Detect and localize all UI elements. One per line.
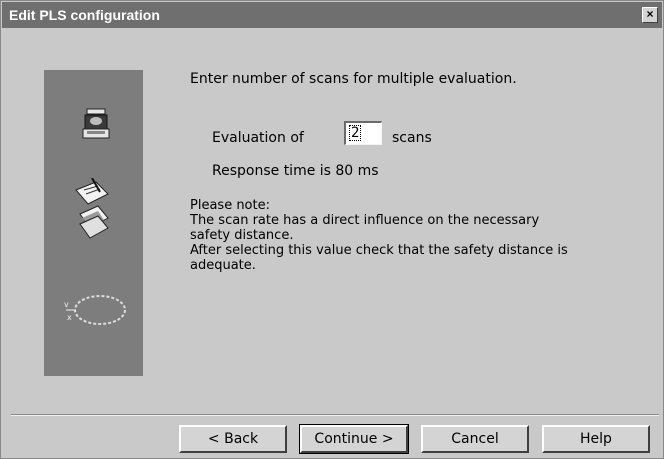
title-bar: Edit PLS configuration × <box>2 2 662 28</box>
back-button[interactable]: < Back <box>179 425 287 453</box>
note-text: Please note: The scan rate has a direct … <box>190 198 630 273</box>
button-separator <box>11 414 659 416</box>
instruction-text: Enter number of scans for multiple evalu… <box>190 71 517 87</box>
scans-label: scans <box>392 130 432 146</box>
note-line: The scan rate has a direct influence on … <box>190 213 540 228</box>
scan-count-value: 2 <box>349 125 362 141</box>
svg-text:x: x <box>67 313 72 322</box>
edit-pls-configuration-dialog: Edit PLS configuration × v x Enter numbe… <box>0 0 664 459</box>
cancel-button[interactable]: Cancel <box>421 425 529 453</box>
close-button[interactable]: × <box>642 7 658 23</box>
note-line: safety distance. <box>190 228 294 243</box>
side-illustration-panel: v x <box>44 70 143 376</box>
scan-count-input[interactable]: 2 <box>344 121 382 145</box>
close-icon: × <box>646 7 654 21</box>
note-line: After selecting this value check that th… <box>190 243 568 258</box>
note-line: Please note: <box>190 198 270 213</box>
response-time-text: Response time is 80 ms <box>212 163 379 179</box>
protective-field-icon: v x <box>64 295 126 325</box>
scanner-device-icon <box>82 108 110 139</box>
documents-icon <box>75 178 109 239</box>
note-line: adequate. <box>190 258 256 273</box>
svg-text:v: v <box>64 300 69 309</box>
help-button[interactable]: Help <box>542 425 650 453</box>
continue-button[interactable]: Continue > <box>299 424 409 454</box>
evaluation-label: Evaluation of <box>212 130 304 146</box>
window-title: Edit PLS configuration <box>9 7 160 23</box>
